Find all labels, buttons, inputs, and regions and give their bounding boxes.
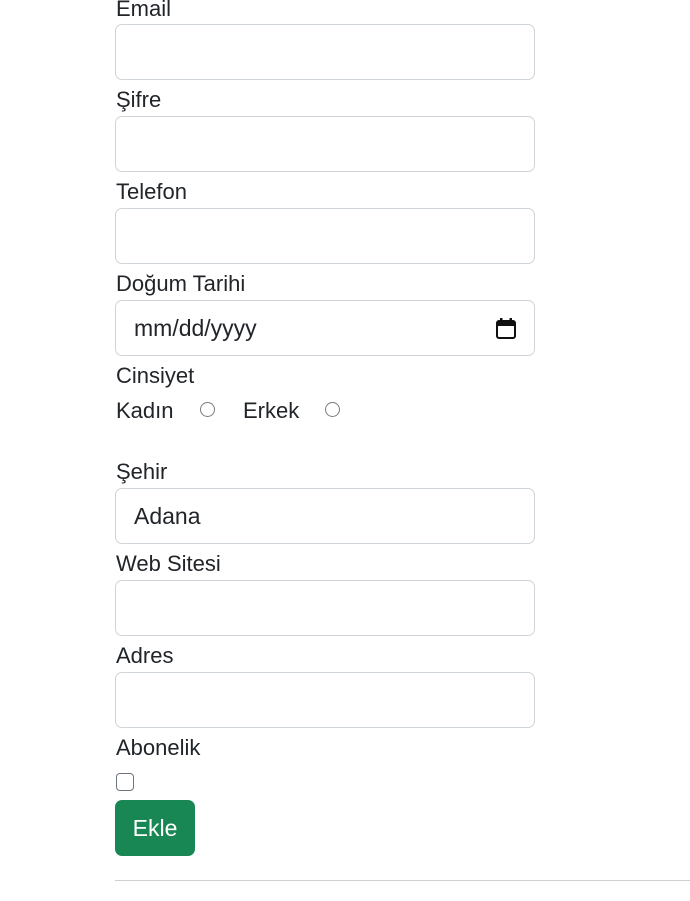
birthdate-field[interactable]: mm/dd/yyyy xyxy=(115,300,535,356)
password-label: Şifre xyxy=(116,87,162,112)
gender-label: Cinsiyet xyxy=(116,363,195,388)
registration-form: Email Şifre Telefon Doğum Tarihi mm/dd/y… xyxy=(0,0,690,901)
divider xyxy=(115,880,690,881)
gender-male-radio[interactable] xyxy=(325,402,340,417)
password-field[interactable] xyxy=(115,116,535,172)
gender-female-label: Kadın xyxy=(116,398,174,423)
gender-male-label: Erkek xyxy=(243,398,300,423)
website-field[interactable] xyxy=(115,580,535,636)
website-label: Web Sitesi xyxy=(116,551,221,576)
gender-female-radio[interactable] xyxy=(200,402,215,417)
subscription-checkbox[interactable] xyxy=(116,773,134,791)
birthdate-placeholder: mm/dd/yyyy xyxy=(134,314,257,341)
city-value: Adana xyxy=(134,502,201,529)
email-field[interactable] xyxy=(115,24,535,80)
city-label: Şehir xyxy=(116,459,168,484)
phone-field[interactable] xyxy=(115,208,535,264)
email-label: Email xyxy=(116,0,172,21)
address-field[interactable] xyxy=(115,672,535,728)
address-label: Adres xyxy=(116,643,174,668)
phone-label: Telefon xyxy=(116,179,187,204)
submit-button[interactable]: Ekle xyxy=(115,800,195,856)
birthdate-label: Doğum Tarihi xyxy=(116,271,246,296)
subscription-label: Abonelik xyxy=(116,735,201,760)
calendar-icon[interactable] xyxy=(496,317,516,339)
city-field[interactable]: Adana xyxy=(115,488,535,544)
